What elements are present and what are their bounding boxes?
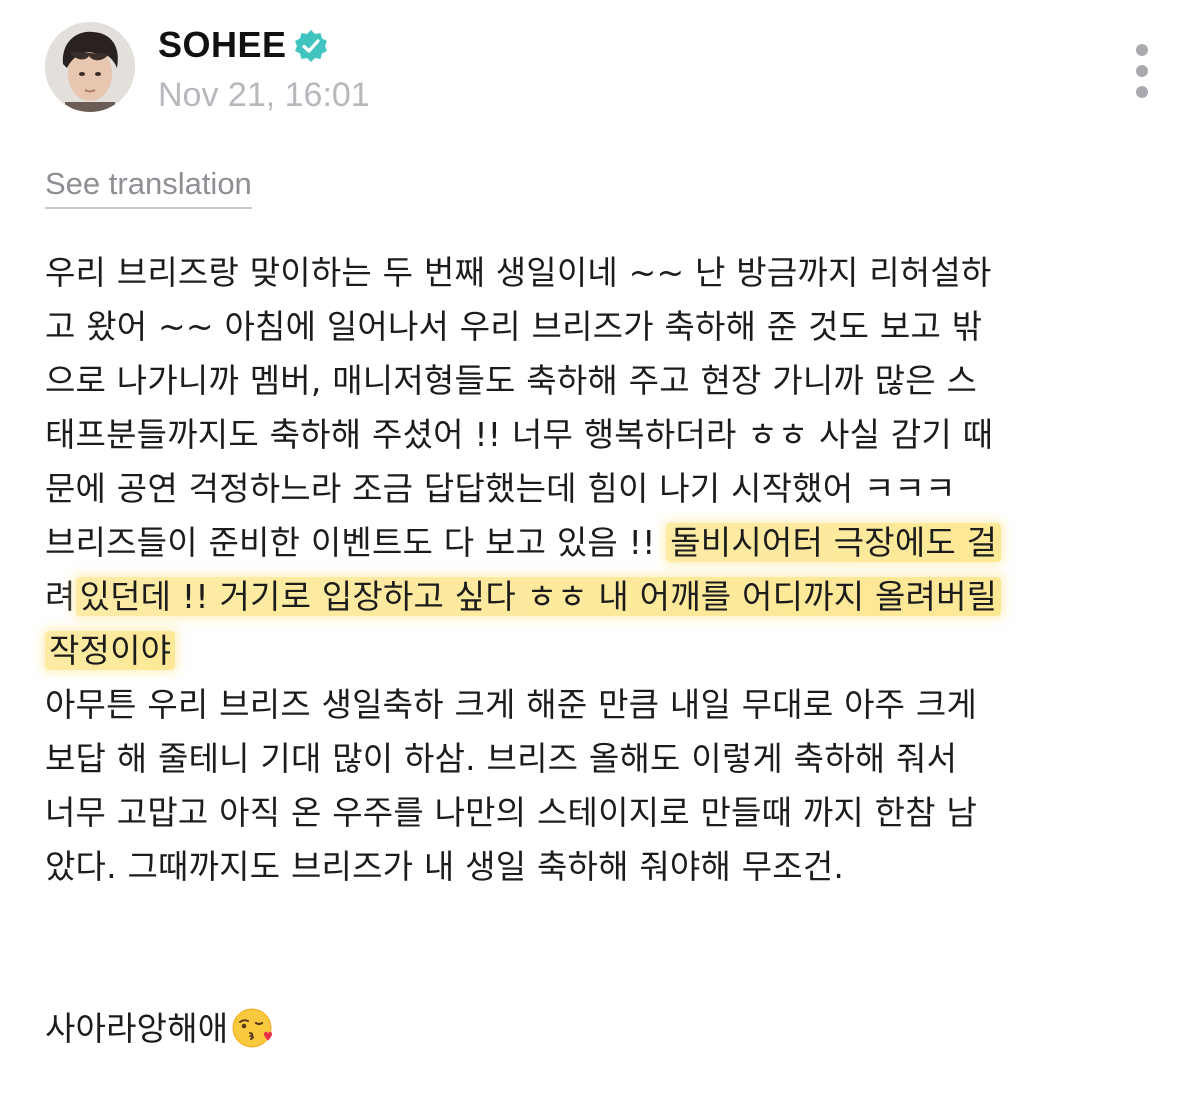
avatar[interactable] <box>45 22 135 112</box>
post-body: 우리 브리즈랑 맞이하는 두 번째 생일이네 ~~ 난 방금까지 리허설하 고 … <box>45 246 1165 1056</box>
highlighted-text: 작정이야 <box>45 631 176 670</box>
post-header: SOHEE Nov 21, 16:01 <box>0 0 1200 140</box>
post-line: 브리즈들이 준비한 이벤트도 다 보고 있음 !! 돌비시어터 극장에도 걸 <box>45 516 1165 570</box>
post-timestamp: Nov 21, 16:01 <box>158 76 370 114</box>
closing-text: 사아라앙해애 <box>45 1009 229 1048</box>
post-closing-line: 사아라앙해애 <box>45 1002 1165 1056</box>
post-line: 아무튼 우리 브리즈 생일축하 크게 해준 만큼 내일 무대로 아주 크게 <box>45 685 978 724</box>
highlighted-text: 돌비시어터 극장에도 걸 <box>666 523 1002 562</box>
author-name[interactable]: SOHEE <box>158 24 287 66</box>
highlighted-text: 있던데 !! 거기로 입장하고 싶다 ㅎㅎ 내 어깨를 어디까지 올려버릴 <box>75 577 1002 616</box>
post-line: 았다. 그때까지도 브리즈가 내 생일 축하해 줘야해 무조건. <box>45 847 845 886</box>
post-line: 너무 고맙고 아직 온 우주를 나만의 스테이지로 만들때 까지 한참 남 <box>45 793 978 832</box>
post-line: 보답 해 줄테니 기대 많이 하삼. 브리즈 올해도 이렇게 축하해 줘서 <box>45 739 958 778</box>
post-text: 려 <box>45 577 76 616</box>
avatar-photo <box>45 22 135 112</box>
post-line: 태프분들까지도 축하해 주셨어 !! 너무 행복하더라 ㅎㅎ 사실 감기 때 <box>45 415 994 454</box>
more-vertical-icon <box>1136 44 1148 56</box>
verified-badge-icon <box>293 28 329 64</box>
post-line: 고 왔어 ~~ 아침에 일어나서 우리 브리즈가 축하해 준 것도 보고 밖 <box>45 307 983 346</box>
post-line: 려 있던데 !! 거기로 입장하고 싶다 ㅎㅎ 내 어깨를 어디까지 올려버릴 <box>45 570 1165 624</box>
more-options-button[interactable] <box>1122 38 1162 104</box>
see-translation-link[interactable]: See translation <box>45 166 252 209</box>
post-line: 문에 공연 걱정하느라 조금 답답했는데 힘이 나기 시작했어 ㅋㅋㅋ <box>45 469 956 508</box>
post-line: 우리 브리즈랑 맞이하는 두 번째 생일이네 ~~ 난 방금까지 리허설하 <box>45 253 992 292</box>
post-text: 브리즈들이 준비한 이벤트도 다 보고 있음 !! <box>45 523 667 562</box>
post-line: 작정이야 <box>45 624 1165 678</box>
kiss-emoji-icon <box>230 1006 274 1050</box>
post-line: 으로 나가니까 멤버, 매니저형들도 축하해 주고 현장 가니까 많은 스 <box>45 361 978 400</box>
